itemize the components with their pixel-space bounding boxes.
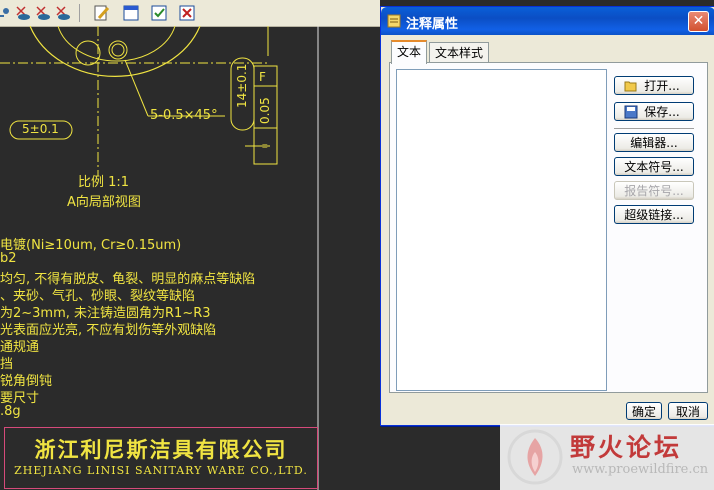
dimension-14: 14±0.1 xyxy=(235,63,249,108)
ok-button[interactable]: 确定 xyxy=(626,402,662,420)
checkbox-icon[interactable] xyxy=(150,4,168,22)
dialog-title: 注释属性 xyxy=(406,17,459,32)
editor-button[interactable]: 编辑器... xyxy=(614,133,694,152)
open-label: 打开... xyxy=(644,79,680,93)
datum-f: F xyxy=(259,70,266,84)
cancel-button[interactable]: 取消 xyxy=(668,402,708,420)
company-name-cn: 浙江利尼斯洁具有限公司 xyxy=(34,438,288,462)
report-symbol-button: 报告符号... xyxy=(614,181,694,200)
chamfer-dimension: 5-0.5×45° xyxy=(150,108,218,123)
tab-text[interactable]: 文本 xyxy=(391,40,428,64)
note-text-area[interactable] xyxy=(396,69,607,391)
watermark-title: 野火论坛 xyxy=(570,433,683,462)
annotation-show-icon[interactable] xyxy=(14,4,32,22)
watermark-url: www.proewildfire.cn xyxy=(572,462,709,477)
note-properties-dialog: 注释属性 ✕ 文本 文本样式 打开... 保存... 编辑器... 文本符号..… xyxy=(380,6,714,426)
open-button[interactable]: 打开... xyxy=(614,76,694,95)
flame-logo-icon xyxy=(507,429,563,485)
folder-open-icon xyxy=(624,81,637,92)
title-block[interactable]: 浙江利尼斯洁具有限公司 ZHEJIANG LINISI SANITARY WAR… xyxy=(4,427,318,489)
tab-text-style[interactable]: 文本样式 xyxy=(429,42,490,63)
show-hide-icon[interactable] xyxy=(0,4,12,22)
save-button[interactable]: 保存... xyxy=(614,102,694,121)
edit-note-icon[interactable] xyxy=(93,4,111,22)
tolerance-value: 0.05 xyxy=(258,97,272,124)
dimension-5: 5±0.1 xyxy=(22,122,59,136)
datum-symbol: ⌯ xyxy=(260,138,270,152)
dialog-close-button[interactable]: ✕ xyxy=(688,11,709,32)
window-icon[interactable] xyxy=(122,4,140,22)
text-symbol-button[interactable]: 文本符号... xyxy=(614,157,694,176)
button-separator xyxy=(614,128,694,129)
scale-label: 比例 1:1 xyxy=(78,175,130,190)
note-icon xyxy=(387,14,401,28)
save-disk-icon xyxy=(624,105,638,119)
tab-panel: 打开... 保存... 编辑器... 文本符号... 报告符号... 超级链接.… xyxy=(389,62,708,393)
note-line: .8g xyxy=(0,404,21,419)
watermark: 野火论坛 www.proewildfire.cn xyxy=(500,424,714,490)
top-toolbar xyxy=(0,0,380,27)
note-line: b2 xyxy=(0,251,17,266)
note-line: 电镀(Ni≥10um, Cr≥0.15um) xyxy=(0,238,182,253)
view-label: A向局部视图 xyxy=(67,195,141,210)
hyperlink-button[interactable]: 超级链接... xyxy=(614,205,694,224)
annotation-hide-icon[interactable] xyxy=(34,4,52,22)
save-label: 保存... xyxy=(644,105,680,119)
company-name-en: ZHEJIANG LINISI SANITARY WARE CO.,LTD. xyxy=(14,464,308,477)
dialog-titlebar[interactable]: 注释属性 ✕ xyxy=(381,7,714,35)
filter-annotation-icon[interactable] xyxy=(54,4,72,22)
close-icon[interactable] xyxy=(178,4,196,22)
